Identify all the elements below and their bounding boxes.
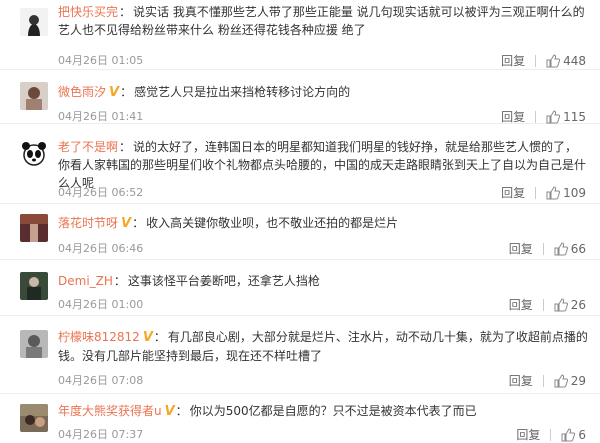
divider: [535, 110, 537, 123]
comment-text: 感觉艺人只是拉出来挡枪转移讨论方向的: [134, 85, 351, 99]
reply-button[interactable]: 回复: [501, 52, 525, 69]
comment-item: 柠檬味812812 V： 有几部良心剧，大部分就是烂片、注水片，动不动几十集，就为了…: [0, 316, 600, 394]
like-count: 448: [563, 53, 586, 68]
comment-text: 说的太好了，连韩国日本的明星都知道我们明星的钱好挣，就是给那些艺人惯的了，你看人…: [58, 140, 587, 190]
comment-text: 你以为500亿都是自愿的？只不过是被资本代表了而已: [189, 404, 477, 418]
reply-button[interactable]: 回复: [501, 108, 525, 125]
thumbs-up-icon: [546, 109, 561, 123]
comment-actions: 回复 448: [501, 52, 586, 69]
separator: ：: [113, 274, 126, 288]
comment-body: 把快乐买完： 说实话 我真不懂那些艺人带了那些正能量 说几句现实话就可以被评为三观…: [58, 3, 588, 39]
timestamp: 04月26日 01:05: [58, 54, 144, 67]
timestamp: 04月26日 06:52: [58, 186, 144, 199]
timestamp: 04月26日 06:46: [58, 242, 144, 255]
comment-item: Demi_ZH： 这事该怪平台姜断吧，还拿艺人挡枪 04月26日 01:00 回复…: [0, 260, 600, 316]
like-button[interactable]: 109: [546, 186, 586, 200]
comment-actions: 回复 109: [501, 184, 586, 201]
comment-text: 这事该怪平台姜断吧，还拿艺人挡枪: [127, 274, 320, 288]
comment-body: 落花时节呀 V： 收入高关键你敬业呗，也不敬业还拍的都是烂片: [58, 214, 588, 233]
avatar[interactable]: [20, 214, 48, 242]
comment-item: 老了不是啊： 说的太好了，连韩国日本的明星都知道我们明星的钱好挣，就是给那些艺人惯…: [0, 124, 600, 204]
username[interactable]: Demi_ZH: [58, 274, 113, 288]
divider: [542, 242, 544, 255]
like-count: 109: [563, 185, 586, 200]
thumbs-up-icon: [561, 427, 576, 441]
comment-actions: 回复 26: [509, 296, 586, 313]
username[interactable]: 微色雨汐: [58, 85, 106, 99]
avatar[interactable]: [20, 272, 48, 300]
avatar[interactable]: [20, 140, 48, 168]
divider: [542, 374, 544, 387]
separator: ：: [153, 330, 166, 344]
comment-body: Demi_ZH： 这事该怪平台姜断吧，还拿艺人挡枪: [58, 272, 588, 290]
like-button[interactable]: 29: [554, 374, 586, 388]
like-count: 66: [570, 241, 586, 256]
reply-button[interactable]: 回复: [509, 296, 533, 313]
timestamp: 04月26日 01:41: [58, 110, 144, 123]
comment-item: 微色雨汐 V： 感觉艺人只是拉出来挡枪转移讨论方向的 04月26日 01:41 回复…: [0, 70, 600, 124]
divider: [542, 298, 544, 311]
thumbs-up-icon: [554, 241, 568, 255]
reply-button[interactable]: 回复: [509, 240, 533, 257]
like-button[interactable]: 115: [546, 110, 586, 124]
username[interactable]: 年度大熊奖获得者u: [58, 404, 162, 418]
vip-badge: V: [121, 216, 132, 231]
like-count: 26: [570, 297, 586, 312]
avatar[interactable]: [20, 404, 48, 432]
like-button[interactable]: 26: [554, 298, 586, 312]
timestamp: 04月26日 01:00: [58, 298, 144, 311]
divider: [535, 186, 537, 199]
separator: ：: [120, 85, 133, 99]
thumbs-up-icon: [554, 297, 568, 311]
like-count: 115: [563, 109, 586, 124]
reply-button[interactable]: 回复: [509, 372, 533, 389]
comment-item: 把快乐买完： 说实话 我真不懂那些艺人带了那些正能量 说几句现实话就可以被评为三观…: [0, 0, 600, 70]
vip-badge: V: [164, 404, 175, 419]
separator: ：: [175, 404, 188, 418]
thumbs-up-icon: [546, 185, 561, 199]
comment-actions: 回复 115: [501, 108, 586, 125]
comment-item: 年度大熊奖获得者u V： 你以为500亿都是自愿的？只不过是被资本代表了而已 04月…: [0, 394, 600, 443]
avatar[interactable]: [20, 82, 48, 110]
thumbs-up-icon: [546, 53, 561, 67]
comment-text: 收入高关键你敬业呗，也不敬业还拍的都是烂片: [146, 216, 399, 230]
comment-item: 落花时节呀 V： 收入高关键你敬业呗，也不敬业还拍的都是烂片 04月26日 06:4…: [0, 204, 600, 260]
vip-badge: V: [142, 330, 153, 345]
username[interactable]: 落花时节呀: [58, 216, 118, 230]
divider: [535, 54, 537, 67]
comment-actions: 回复 29: [509, 372, 586, 389]
comment-body: 微色雨汐 V： 感觉艺人只是拉出来挡枪转移讨论方向的: [58, 83, 588, 102]
separator: ：: [132, 216, 145, 230]
username[interactable]: 把快乐买完: [58, 5, 118, 19]
username[interactable]: 柠檬味812812: [58, 330, 140, 344]
comment-text: 说实话 我真不懂那些艺人带了那些正能量 说几句现实话就可以被评为三观正啊什么的 …: [58, 5, 585, 37]
reply-button[interactable]: 回复: [516, 426, 540, 443]
like-button[interactable]: 66: [554, 242, 586, 256]
comment-actions: 回复 6: [516, 426, 586, 443]
reply-button[interactable]: 回复: [501, 184, 525, 201]
thumbs-up-icon: [554, 373, 568, 387]
vip-badge: V: [109, 85, 120, 100]
like-button[interactable]: 448: [546, 54, 586, 68]
avatar[interactable]: [20, 330, 48, 358]
like-button[interactable]: 6: [561, 428, 586, 442]
comment-actions: 回复 66: [509, 240, 586, 257]
timestamp: 04月26日 07:08: [58, 374, 144, 387]
separator: ：: [119, 140, 132, 154]
avatar[interactable]: [20, 8, 48, 36]
like-count: 29: [570, 373, 586, 388]
divider: [550, 428, 552, 441]
comment-body: 年度大熊奖获得者u V： 你以为500亿都是自愿的？只不过是被资本代表了而已: [58, 402, 588, 421]
username[interactable]: 老了不是啊: [58, 140, 118, 154]
comment-body: 柠檬味812812 V： 有几部良心剧，大部分就是烂片、注水片，动不动几十集，就为了…: [58, 328, 588, 365]
separator: ：: [119, 5, 132, 19]
like-count: 6: [578, 427, 586, 442]
